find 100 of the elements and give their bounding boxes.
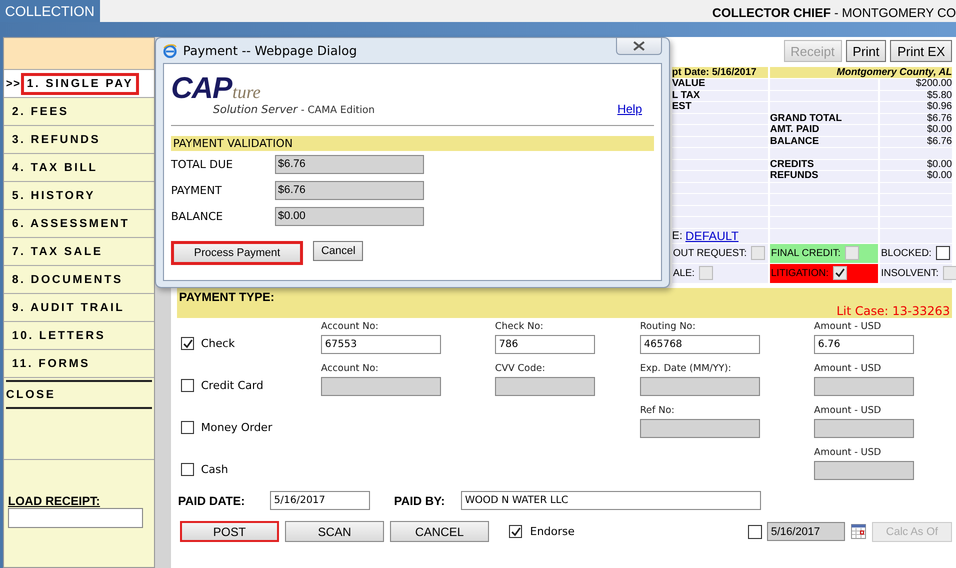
module-tab[interactable]: COLLECTION (0, 0, 100, 22)
input-field[interactable]: 67553 (321, 334, 441, 354)
checkbox[interactable] (181, 463, 194, 476)
sidebar-item[interactable]: 7. TAX SALE (6, 240, 109, 262)
check-icon (510, 526, 520, 536)
input-field[interactable]: 465768 (640, 334, 760, 354)
dialog-button[interactable]: Cancel (313, 241, 364, 261)
summary-cell: $0.00 (880, 125, 952, 136)
toolbar-button[interactable]: Print EX (890, 40, 952, 62)
sidebar-item[interactable]: 6. ASSESSMENT (6, 212, 136, 234)
section-header: PAYMENT VALIDATION (171, 136, 654, 151)
sidebar-item[interactable]: 10. LETTERS (6, 324, 112, 346)
paid-date-field[interactable]: 5/16/2017 (270, 491, 370, 510)
endorse-label: Endorse (530, 525, 575, 538)
input-field[interactable]: $0.00 (275, 206, 424, 226)
paid-by-label: PAID BY: (394, 494, 446, 508)
field-label: BALANCE (171, 210, 224, 222)
summary-label: E: (672, 230, 682, 242)
checkbox[interactable] (181, 337, 194, 350)
close-button[interactable] (616, 38, 662, 55)
field-label: Ref No: (640, 404, 676, 416)
browser-icon (163, 44, 177, 58)
checkbox[interactable] (936, 246, 950, 260)
field-label: PAYMENT (171, 184, 223, 196)
flag-label: ALE: (673, 268, 695, 278)
summary-cell: EST (672, 102, 768, 112)
summary-cell: $6.76 (880, 136, 952, 147)
sidebar-item[interactable]: 1. SINGLE PAY (20, 72, 140, 94)
load-receipt-field[interactable] (8, 508, 143, 528)
sidebar-item[interactable]: 3. REFUNDS (6, 128, 106, 150)
paid-by-field[interactable]: WOOD N WATER LLC (461, 491, 761, 510)
input-field[interactable]: $6.76 (275, 180, 424, 200)
summary-cell: BALANCE (770, 136, 878, 147)
summary-cell: AMT. PAID (770, 125, 878, 136)
flag-label: BLOCKED: (881, 248, 932, 258)
check-icon (834, 268, 845, 278)
calendar-icon[interactable] (851, 524, 866, 539)
check-icon (182, 338, 192, 348)
input-field[interactable]: 6.76 (814, 334, 914, 354)
sidebar-item[interactable]: 9. AUDIT TRAIL (6, 296, 131, 318)
flag-label: OUT REQUEST: (673, 248, 747, 258)
field-label: TOTAL DUE (171, 158, 234, 170)
sidebar-item[interactable]: 11. FORMS (6, 352, 96, 374)
help-link[interactable]: Help (617, 102, 642, 116)
summary-cell: VALUE (672, 79, 768, 90)
input-field[interactable]: $6.76 (275, 154, 424, 174)
field-label: Routing No: (640, 320, 697, 332)
summary-cell: $5.80 (880, 90, 952, 101)
field-label: Exp. Date (MM/YY): (640, 362, 732, 374)
field-label: Amount - USD (814, 320, 882, 332)
current-marker: >> (6, 78, 21, 90)
payment-method-label: Check (201, 337, 235, 350)
summary-cell: $0.96 (880, 102, 952, 112)
sidebar-item[interactable]: 2. FEES (6, 100, 75, 122)
toolbar-button[interactable]: Print (846, 40, 886, 62)
lit-case-label: Lit Case: 13-33263 (836, 304, 950, 318)
dialog-title: Payment -- Webpage Dialog (183, 43, 357, 58)
paid-date-label: PAID DATE: (178, 494, 246, 508)
action-button[interactable]: POST (180, 521, 279, 542)
checkbox[interactable] (748, 524, 762, 538)
summary-cell: REFUNDS (770, 171, 878, 182)
checkbox[interactable] (509, 525, 522, 538)
payment-type-title: PAYMENT TYPE: (179, 290, 274, 304)
sidebar-item[interactable]: 8. DOCUMENTS (6, 268, 129, 290)
summary-cell: GRAND TOTAL (770, 114, 878, 124)
flag-label: FINAL CREDIT: (771, 248, 841, 258)
input-field[interactable]: 786 (495, 334, 595, 354)
field-label: Account No: (321, 362, 380, 374)
load-receipt-label: LOAD RECEIPT: (8, 494, 102, 508)
sidebar-item[interactable]: 5. HISTORY (6, 184, 102, 206)
payment-method-label: Credit Card (201, 379, 264, 392)
summary-cell: Montgomery County, AL (770, 67, 952, 78)
default-link[interactable]: DEFAULT (685, 228, 739, 242)
field-label: Amount - USD (814, 362, 882, 374)
payment-method-label: Money Order (201, 421, 272, 434)
summary-cell: $200.00 (880, 79, 952, 90)
summary-cell: $0.00 (880, 171, 952, 182)
summary-cell: L TAX (672, 90, 768, 101)
action-button[interactable]: CANCEL (390, 521, 489, 542)
summary-cell: pt Date: 5/16/2017 (672, 67, 768, 78)
checkbox[interactable] (181, 421, 194, 434)
summary-cell: $6.76 (880, 114, 952, 124)
close-icon (632, 41, 646, 51)
summary-cell: $0.00 (880, 160, 952, 170)
field-label: CVV Code: (495, 362, 546, 374)
capture-logo: CAPture Solution Server - CAMA Edition (171, 76, 376, 116)
field-label: Amount - USD (814, 404, 882, 416)
close-link[interactable]: CLOSE (6, 388, 56, 400)
field-label: Check No: (495, 320, 544, 332)
summary-cell: CREDITS (770, 160, 878, 170)
field-label: Account No: (321, 320, 380, 332)
payment-method-label: Cash (201, 463, 228, 476)
action-button[interactable]: SCAN (285, 521, 384, 542)
app-title: COLLECTOR CHIEF - MONTGOMERY CO (712, 5, 956, 22)
dialog-button[interactable]: Process Payment (171, 241, 304, 265)
field-label: Amount - USD (814, 446, 882, 458)
sidebar-item[interactable]: 4. TAX BILL (6, 156, 104, 178)
checkbox[interactable] (181, 379, 194, 392)
as-of-date-field[interactable]: 5/16/2017 (767, 522, 845, 541)
flag-label: INSOLVENT: (881, 268, 939, 278)
